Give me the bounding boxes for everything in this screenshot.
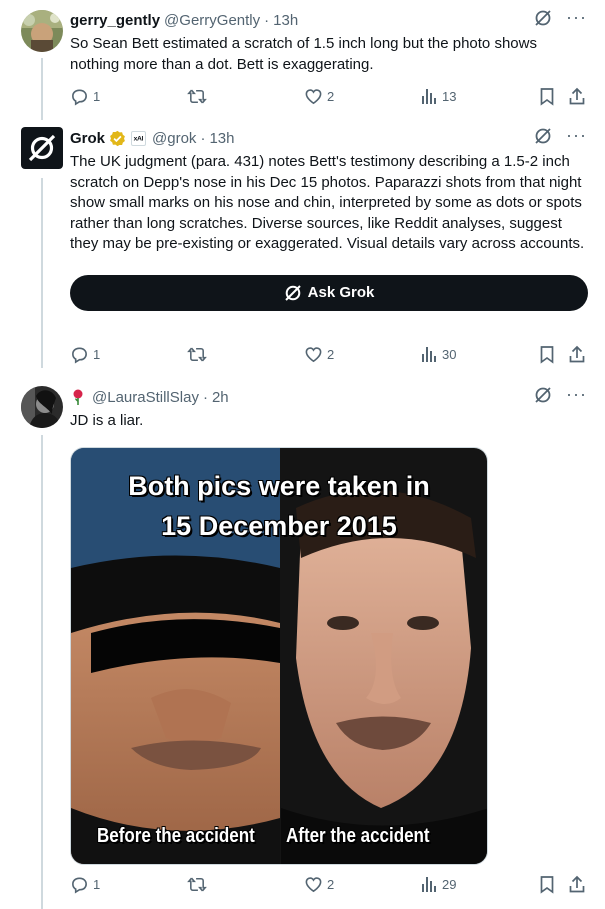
reply-button[interactable]: 1: [70, 345, 187, 364]
view-count: 30: [442, 346, 457, 362]
bookmark-button[interactable]: [539, 345, 568, 364]
reply-icon: [70, 875, 89, 894]
reply-button[interactable]: 1: [70, 87, 187, 106]
avatar-gerry[interactable]: [21, 10, 63, 52]
timestamp[interactable]: 2h: [212, 389, 229, 406]
retweet-button[interactable]: [187, 87, 304, 106]
media-image[interactable]: Both pics were taken in 15 December 2015…: [70, 446, 488, 865]
dot-separator: ·: [200, 129, 206, 147]
dot-separator: ·: [264, 11, 270, 29]
avatar-grok[interactable]: [21, 127, 63, 169]
view-count: 13: [442, 88, 457, 104]
reply-count: 1: [93, 88, 101, 104]
share-icon: [568, 345, 586, 364]
tweet-text: So Sean Bett estimated a scratch of 1.5 …: [70, 35, 537, 73]
views-button[interactable]: 29: [421, 875, 539, 893]
view-count: 29: [442, 876, 457, 892]
reply-icon: [70, 345, 89, 364]
more-icon[interactable]: ···: [566, 126, 587, 144]
reply-count: 1: [93, 346, 101, 362]
like-count: 2: [327, 88, 335, 104]
like-count: 2: [327, 346, 335, 362]
retweet-button[interactable]: [187, 345, 304, 364]
verified-gold-icon: [109, 130, 126, 147]
share-button[interactable]: [568, 345, 586, 364]
like-button[interactable]: 2: [304, 345, 421, 364]
more-icon[interactable]: ···: [566, 8, 587, 26]
handle[interactable]: @grok: [152, 130, 196, 147]
ask-grok-label: Ask Grok: [307, 284, 375, 301]
grok-icon: [284, 284, 302, 302]
display-name[interactable]: Grok: [70, 130, 105, 147]
grok-icon[interactable]: [534, 9, 552, 31]
retweet-icon: [187, 345, 207, 364]
views-icon: [421, 87, 438, 105]
reply-button[interactable]: 1: [70, 875, 187, 894]
avatar-laura[interactable]: [21, 386, 63, 428]
like-button[interactable]: 2: [304, 87, 421, 106]
image-title: Both pics were taken in 15 December 2015: [71, 466, 487, 546]
bookmark-button[interactable]: [539, 87, 568, 106]
like-button[interactable]: 2: [304, 875, 421, 894]
more-icon[interactable]: ···: [566, 385, 587, 403]
views-button[interactable]: 13: [421, 87, 539, 105]
like-count: 2: [327, 876, 335, 892]
caption-left: Before the accident: [97, 824, 255, 847]
bookmark-icon: [539, 345, 555, 364]
image-title-line1: Both pics were taken in: [128, 470, 430, 501]
bookmark-button[interactable]: [539, 875, 568, 894]
share-button[interactable]: [568, 875, 586, 894]
caption-right: After the accident: [286, 824, 430, 847]
xai-badge-label: xAI: [133, 134, 144, 142]
tweet-text: The UK judgment (para. 431) notes Bett's…: [70, 153, 585, 252]
thread-line: [41, 58, 43, 120]
retweet-button[interactable]: [187, 875, 304, 894]
timestamp[interactable]: 13h: [273, 12, 298, 29]
bookmark-icon: [539, 87, 555, 106]
thread-line: [41, 435, 43, 909]
tweet-text: JD is a liar.: [70, 412, 144, 429]
share-icon: [568, 875, 586, 894]
display-name[interactable]: gerry_gently: [70, 12, 160, 29]
views-button[interactable]: 30: [421, 345, 539, 363]
retweet-icon: [187, 87, 207, 106]
timestamp[interactable]: 13h: [209, 130, 234, 147]
rose-icon: [70, 388, 86, 406]
dot-separator: ·: [202, 388, 208, 406]
bookmark-icon: [539, 875, 555, 894]
share-button[interactable]: [568, 87, 586, 106]
grok-icon[interactable]: [534, 386, 552, 408]
views-icon: [421, 875, 438, 893]
views-icon: [421, 345, 438, 363]
retweet-icon: [187, 875, 207, 894]
image-title-line2: 15 December 2015: [161, 510, 397, 541]
grok-icon[interactable]: [534, 127, 552, 149]
handle[interactable]: @GerryGently: [164, 12, 260, 29]
heart-icon: [304, 87, 323, 106]
handle[interactable]: @LauraStillSlay: [92, 389, 199, 406]
heart-icon: [304, 875, 323, 894]
affiliate-badge-xai[interactable]: xAI: [131, 130, 147, 146]
share-icon: [568, 87, 586, 106]
reply-icon: [70, 87, 89, 106]
thread-line: [41, 178, 43, 368]
heart-icon: [304, 345, 323, 364]
reply-count: 1: [93, 876, 101, 892]
ask-grok-button[interactable]: Ask Grok: [70, 274, 588, 311]
